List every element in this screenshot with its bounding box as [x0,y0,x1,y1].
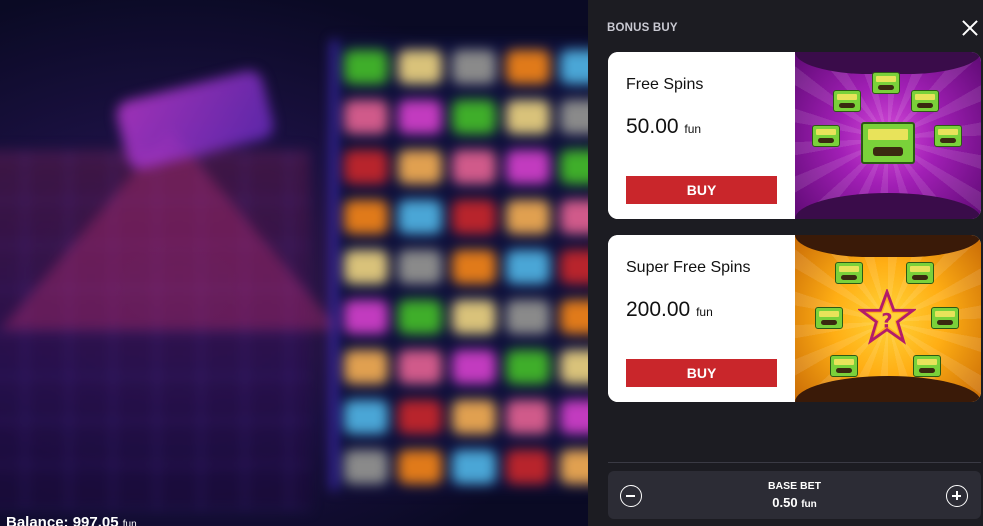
reel-symbol [560,200,590,234]
price-unit: fun [696,305,713,319]
reel-symbol [560,350,590,384]
reel-symbol [452,250,496,284]
reel-symbol [560,400,590,434]
wild-tape-icon [861,122,915,164]
super-free-spins-artwork: ? [795,235,981,402]
bonus-option-price: 50.00 fun [626,115,701,139]
reel-symbol [452,150,496,184]
reel-symbol [344,300,388,334]
cassette-tape-icon [911,90,939,112]
bonus-option-free-spins: Free Spins 50.00 fun BUY [608,52,981,219]
free-spins-artwork [795,52,981,219]
reel-symbol [506,250,550,284]
bet-unit: fun [801,499,817,510]
reel-symbol [344,400,388,434]
bonus-option-super-free-spins: Super Free Spins 200.00 fun BUY ? [608,235,981,402]
reel-symbol [452,100,496,134]
bonus-option-name: Free Spins [626,76,704,93]
reel-symbol [344,450,388,484]
bonus-option-name: Super Free Spins [626,259,751,276]
panel-title: BONUS BUY [607,22,678,34]
reel-symbol [452,400,496,434]
reel-symbol [506,450,550,484]
reel-symbol [398,100,442,134]
reel-symbol [398,150,442,184]
cassette-tape-icon [931,307,959,329]
reel-symbol [506,350,550,384]
reel-symbol [452,300,496,334]
reel-symbol [506,400,550,434]
price-unit: fun [684,122,702,136]
reel-symbol [452,50,496,84]
cassette-tape-icon [872,72,900,94]
reel-symbol [560,150,590,184]
reel-symbol [560,50,590,84]
close-icon[interactable] [960,18,980,38]
reel-symbol [452,350,496,384]
reel-grid [332,40,590,490]
reel-symbol [452,450,496,484]
buy-super-free-spins-button[interactable]: BUY [626,359,777,387]
base-bet-label: BASE BET [767,480,822,492]
reel-symbol [452,200,496,234]
reel-symbol [344,350,388,384]
buy-free-spins-button[interactable]: BUY [626,176,777,204]
base-bet-control: BASE BET 0.50 fun [608,471,981,519]
balance-display: Balance: 997.05 fun [6,514,137,526]
reel-symbol [398,250,442,284]
increase-bet-button[interactable] [946,485,968,507]
reel-symbol [398,50,442,84]
cassette-tape-icon [906,262,934,284]
balance-unit: fun [122,519,137,526]
base-bet-value: 0.50 fun [608,495,981,510]
cassette-tape-icon [833,90,861,112]
bonus-option-info: Free Spins 50.00 fun BUY [608,52,795,219]
reel-symbol [344,250,388,284]
reel-symbol [398,350,442,384]
price-value: 200.00 [626,298,691,321]
reel-symbol [398,400,442,434]
game-screen: Balance: 997.05 fun BONUS BUY Free Spins… [0,0,983,526]
divider [608,462,981,463]
reel-symbol [398,300,442,334]
balance-value: 997.05 [72,514,119,526]
reel-symbol [560,300,590,334]
bonus-option-info: Super Free Spins 200.00 fun BUY [608,235,795,402]
cassette-tape-icon [812,125,840,147]
reel-symbol [560,100,590,134]
svg-text:?: ? [881,310,892,333]
cassette-tape-icon [913,355,941,377]
reel-symbol [344,50,388,84]
bonus-option-price: 200.00 fun [626,298,713,322]
reel-symbol [560,450,590,484]
mystery-star-icon: ? [858,289,916,345]
reel-symbol [344,100,388,134]
reel-symbol [506,150,550,184]
reel-symbol [506,50,550,84]
balance-label: Balance: [6,514,69,526]
bet-amount: 0.50 [772,495,798,510]
reel-symbol [560,250,590,284]
reel-symbol [344,200,388,234]
cassette-tape-icon [815,307,843,329]
reel-symbol [398,450,442,484]
cassette-tape-icon [934,125,962,147]
reel-symbol [344,150,388,184]
blurred-reels [0,0,590,526]
reel-symbol [398,200,442,234]
price-value: 50.00 [626,115,679,138]
reel-symbol [506,300,550,334]
cassette-tape-icon [830,355,858,377]
game-background [0,0,590,526]
cassette-tape-icon [835,262,863,284]
reel-symbol [506,100,550,134]
reel-symbol [506,200,550,234]
bonus-buy-panel: BONUS BUY Free Spins 50.00 fun BUY Super… [588,0,983,526]
